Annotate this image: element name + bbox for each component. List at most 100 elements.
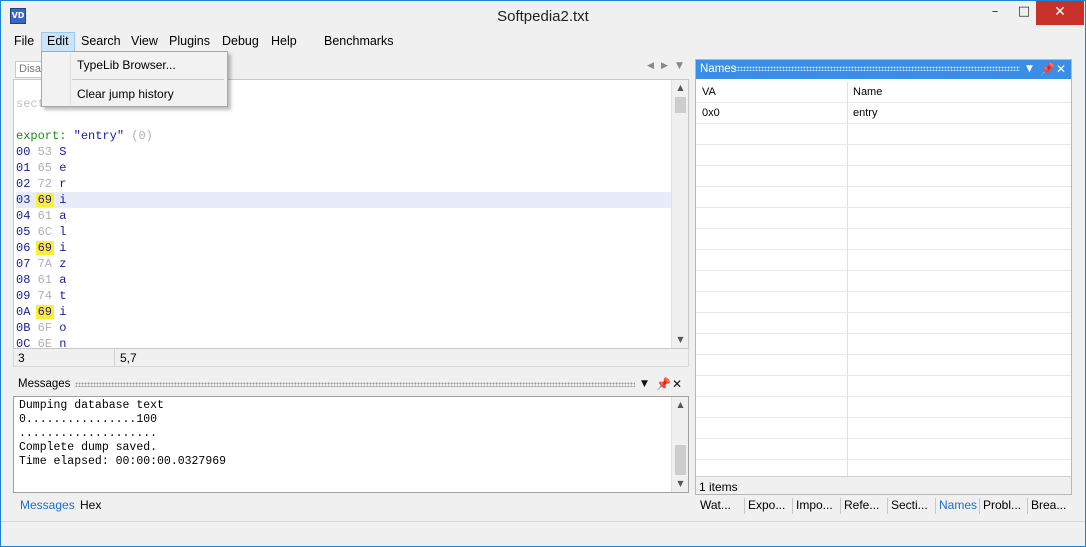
table-row[interactable] bbox=[696, 166, 1071, 187]
byte-row[interactable]: 07 7A z bbox=[16, 256, 672, 272]
byte-row[interactable]: 04 61 a bbox=[16, 208, 672, 224]
message-line: Time elapsed: 00:00:00.0327969 bbox=[19, 455, 227, 468]
message-line: .................... bbox=[19, 427, 158, 440]
scroll-thumb[interactable] bbox=[675, 445, 686, 475]
table-row[interactable] bbox=[696, 355, 1071, 376]
menu-debug[interactable]: Debug bbox=[217, 32, 264, 52]
tab-sections[interactable]: Secti... bbox=[891, 498, 928, 512]
title-bar[interactable]: VD Softpedia2.txt – □ ✕ bbox=[1, 1, 1085, 32]
pin-icon[interactable]: 📌 bbox=[1040, 62, 1055, 76]
byte-row[interactable]: 0A 69 i bbox=[16, 304, 672, 320]
tab-scroll-left-icon[interactable]: ◀ bbox=[647, 61, 654, 71]
tab-separator bbox=[744, 498, 745, 514]
tab-names[interactable]: Names bbox=[939, 498, 977, 512]
table-row[interactable] bbox=[696, 397, 1071, 418]
table-row[interactable] bbox=[696, 271, 1071, 292]
table-row[interactable] bbox=[696, 208, 1071, 229]
panel-close-icon[interactable]: ✕ bbox=[1056, 62, 1066, 76]
table-row[interactable] bbox=[696, 124, 1071, 145]
byte-row[interactable]: 06 69 i bbox=[16, 240, 672, 256]
tab-scroll-right-icon[interactable]: ▶ bbox=[661, 61, 668, 71]
byte-row[interactable]: 02 72 r bbox=[16, 176, 672, 192]
menu-file[interactable]: File bbox=[9, 32, 39, 52]
menu-search[interactable]: Search bbox=[76, 32, 126, 52]
messages-panel-header[interactable]: Messages ▼ 📌 ✕ bbox=[13, 376, 689, 394]
tab-list-dropdown-icon[interactable]: ▼ bbox=[676, 61, 683, 71]
byte-row[interactable]: 00 53 S bbox=[16, 144, 672, 160]
panel-close-icon[interactable]: ✕ bbox=[672, 377, 682, 391]
disassembly-scrollbar[interactable]: ▲ ▼ bbox=[671, 80, 688, 348]
export-name[interactable]: "entry" bbox=[74, 129, 124, 143]
names-panel-header[interactable]: Names ▼ 📌 ✕ bbox=[696, 60, 1071, 79]
tab-imports[interactable]: Impo... bbox=[796, 498, 833, 512]
scroll-up-icon[interactable]: ▲ bbox=[672, 80, 688, 96]
byte-row[interactable]: 03 69 i bbox=[16, 192, 672, 208]
cell-name: entry bbox=[853, 107, 878, 119]
tab-hex[interactable]: Hex bbox=[80, 498, 101, 512]
message-line: Complete dump saved. bbox=[19, 441, 158, 454]
table-row[interactable] bbox=[696, 439, 1071, 460]
byte-address: 07 bbox=[16, 257, 31, 271]
menu-plugins[interactable]: Plugins bbox=[164, 32, 215, 52]
byte-char: t bbox=[59, 289, 67, 303]
byte-hex: 61 bbox=[37, 209, 53, 223]
table-row[interactable] bbox=[696, 313, 1071, 334]
menu-item-typelib-browser[interactable]: TypeLib Browser... bbox=[43, 54, 226, 76]
menu-view[interactable]: View bbox=[126, 32, 163, 52]
table-row[interactable] bbox=[696, 250, 1071, 271]
byte-row[interactable]: 01 65 e bbox=[16, 160, 672, 176]
byte-address: 05 bbox=[16, 225, 31, 239]
scroll-up-icon[interactable]: ▲ bbox=[672, 397, 688, 413]
menu-bar: File Edit Search View Plugins Debug Help… bbox=[1, 32, 1085, 52]
tab-references[interactable]: Refe... bbox=[844, 498, 879, 512]
disassembly-view[interactable]: sect export: "entry" (0) 00 53 S 01 65 e0… bbox=[13, 79, 689, 349]
byte-hex: 65 bbox=[37, 161, 53, 175]
panel-menu-icon[interactable]: ▼ bbox=[1026, 64, 1033, 74]
byte-char: o bbox=[59, 321, 67, 335]
scroll-thumb[interactable] bbox=[675, 97, 686, 113]
tab-messages[interactable]: Messages bbox=[20, 498, 75, 512]
column-header-va[interactable]: VA bbox=[696, 82, 716, 103]
menu-item-clear-jump-history[interactable]: Clear jump history bbox=[43, 83, 226, 105]
byte-char: i bbox=[59, 305, 67, 319]
menu-benchmarks[interactable]: Benchmarks bbox=[319, 32, 398, 52]
byte-row[interactable]: 0C 6E n bbox=[16, 336, 672, 348]
byte-row[interactable]: 09 74 t bbox=[16, 288, 672, 304]
table-row[interactable] bbox=[696, 334, 1071, 355]
table-row[interactable] bbox=[696, 418, 1071, 439]
status-separator bbox=[114, 349, 115, 367]
scroll-down-icon[interactable]: ▼ bbox=[672, 332, 688, 348]
export-line: export: "entry" (0) bbox=[16, 128, 672, 144]
column-header-name[interactable]: Name bbox=[847, 82, 882, 103]
table-row[interactable] bbox=[696, 145, 1071, 166]
maximize-button[interactable]: □ bbox=[1012, 1, 1036, 25]
tab-breakpoints[interactable]: Brea... bbox=[1031, 498, 1066, 512]
names-grid[interactable]: VA Name 0x0 entry bbox=[696, 82, 1071, 476]
byte-row[interactable]: 0B 6F o bbox=[16, 320, 672, 336]
tab-exports[interactable]: Expo... bbox=[748, 498, 785, 512]
table-row[interactable] bbox=[696, 229, 1071, 250]
tab-problems[interactable]: Probl... bbox=[983, 498, 1021, 512]
byte-row[interactable]: 05 6C l bbox=[16, 224, 672, 240]
panel-menu-icon[interactable]: ▼ bbox=[641, 379, 648, 389]
byte-address: 01 bbox=[16, 161, 31, 175]
close-button[interactable]: ✕ bbox=[1036, 1, 1084, 25]
byte-hex: 7A bbox=[37, 257, 53, 271]
menu-edit[interactable]: Edit bbox=[41, 32, 75, 52]
table-row[interactable]: 0x0 entry bbox=[696, 103, 1071, 124]
table-row[interactable] bbox=[696, 376, 1071, 397]
tab-watch[interactable]: Wat... bbox=[700, 498, 731, 512]
panel-grip[interactable] bbox=[734, 66, 1020, 71]
messages-view[interactable]: Dumping database text 0................10… bbox=[13, 396, 689, 493]
scroll-down-icon[interactable]: ▼ bbox=[672, 476, 688, 492]
byte-char: l bbox=[59, 225, 67, 239]
pin-icon[interactable]: 📌 bbox=[656, 377, 671, 391]
message-line: 0................100 bbox=[19, 413, 158, 426]
byte-row[interactable]: 08 61 a bbox=[16, 272, 672, 288]
minimize-button[interactable]: – bbox=[978, 1, 1012, 25]
messages-scrollbar[interactable]: ▲ ▼ bbox=[671, 397, 688, 492]
panel-grip[interactable] bbox=[75, 382, 635, 387]
menu-help[interactable]: Help bbox=[266, 32, 302, 52]
table-row[interactable] bbox=[696, 292, 1071, 313]
table-row[interactable] bbox=[696, 187, 1071, 208]
